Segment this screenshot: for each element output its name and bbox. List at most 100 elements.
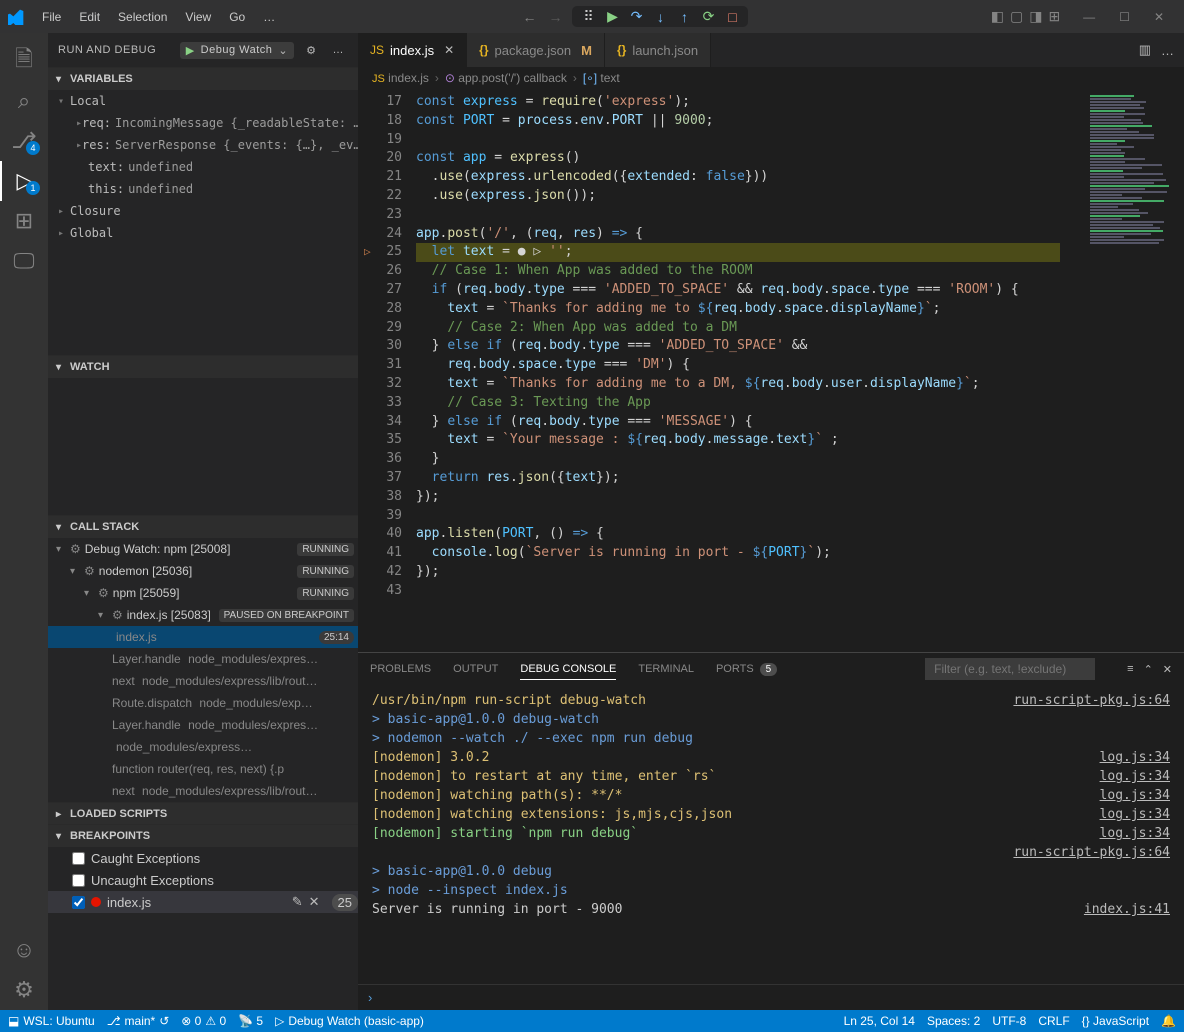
- tab-actions[interactable]: ▥…: [1129, 33, 1184, 67]
- breadcrumb-segment[interactable]: JS index.js: [372, 71, 429, 85]
- bp-actions[interactable]: ✎✕: [292, 894, 320, 910]
- tab-launch.json[interactable]: {}launch.json: [605, 33, 711, 67]
- source-link[interactable]: run-script-pkg.js:64: [1013, 843, 1170, 862]
- panel-tab-problems[interactable]: PROBLEMS: [370, 659, 431, 679]
- panel-tab-terminal[interactable]: TERMINAL: [638, 659, 694, 679]
- source-link[interactable]: run-script-pkg.js:64: [1013, 691, 1170, 710]
- bp-caught[interactable]: Caught Exceptions: [48, 847, 358, 869]
- debug-btn-2[interactable]: ↷: [626, 8, 646, 25]
- minimap[interactable]: [1084, 89, 1184, 652]
- eol[interactable]: CRLF: [1038, 1014, 1069, 1028]
- code-area[interactable]: 1718192021222324▷25262728293031323334353…: [358, 89, 1184, 652]
- layout-icons[interactable]: ◧▢◨⊞: [988, 8, 1063, 25]
- panel-tab-output[interactable]: OUTPUT: [453, 659, 498, 679]
- debug-console-output[interactable]: /usr/bin/npm run-script debug-watchrun-s…: [358, 685, 1184, 984]
- activity-accounts[interactable]: ☺: [0, 930, 48, 970]
- problems-indicator[interactable]: ⊗ 0 ⚠ 0: [181, 1014, 226, 1028]
- source-link[interactable]: index.js:41: [1084, 900, 1170, 919]
- debug-btn-3[interactable]: ↓: [650, 9, 670, 25]
- debug-btn-6[interactable]: □: [722, 9, 742, 25]
- nav-arrows[interactable]: ←→: [522, 9, 562, 25]
- debug-launch-select[interactable]: ▶ Debug Watch ⌄: [180, 42, 294, 59]
- callstack-row[interactable]: Route.dispatch node_modules/exp…: [48, 692, 358, 714]
- activity-scm[interactable]: ⎇4: [0, 121, 48, 161]
- callstack-row[interactable]: function router(req, res, next) {.p: [48, 758, 358, 780]
- callstack-row[interactable]: ▾⚙index.js [25083]PAUSED ON BREAKPOINT: [48, 604, 358, 626]
- section-header-callstack[interactable]: ▾CALL STACK: [48, 516, 358, 538]
- debug-btn-4[interactable]: ↑: [674, 9, 694, 25]
- panel-actions[interactable]: ≡⌃✕: [1127, 663, 1172, 676]
- menu-edit[interactable]: Edit: [71, 6, 108, 28]
- debug-status[interactable]: ▷ Debug Watch (basic-app): [275, 1014, 424, 1028]
- callstack-tree[interactable]: ▾⚙Debug Watch: npm [25008]RUNNING▾⚙nodem…: [48, 538, 358, 802]
- source-link[interactable]: log.js:34: [1100, 786, 1170, 805]
- activity-remote[interactable]: 🖵: [0, 241, 48, 281]
- panel-tab-debug-console[interactable]: DEBUG CONSOLE: [520, 659, 616, 680]
- debug-btn-1[interactable]: ▶: [602, 8, 622, 25]
- debug-console-input[interactable]: ›: [358, 984, 1184, 1010]
- source-link[interactable]: log.js:34: [1100, 767, 1170, 786]
- callstack-row[interactable]: next node_modules/express/lib/rout…: [48, 780, 358, 802]
- callstack-row[interactable]: Layer.handle node_modules/expres…: [48, 714, 358, 736]
- scope-global[interactable]: ▸Global: [48, 222, 358, 244]
- callstack-row[interactable]: Layer.handle node_modules/expres…: [48, 648, 358, 670]
- var-row[interactable]: this:undefined: [48, 178, 358, 200]
- section-header-breakpoints[interactable]: ▾BREAKPOINTS: [48, 825, 358, 847]
- debug-btn-5[interactable]: ⟳: [698, 8, 718, 25]
- callstack-row[interactable]: node_modules/express…: [48, 736, 358, 758]
- callstack-row[interactable]: ▾⚙Debug Watch: npm [25008]RUNNING: [48, 538, 358, 560]
- ports-indicator[interactable]: 📡 5: [238, 1014, 263, 1028]
- more-icon[interactable]: …: [329, 44, 349, 56]
- menu-selection[interactable]: Selection: [110, 6, 175, 28]
- branch-indicator[interactable]: ⎇ main* ↺: [107, 1014, 170, 1028]
- bp-file[interactable]: index.js ✎✕ 25: [48, 891, 358, 913]
- callstack-row[interactable]: next node_modules/express/lib/rout…: [48, 670, 358, 692]
- tab-index.js[interactable]: JSindex.js✕: [358, 33, 467, 67]
- variables-tree[interactable]: ▾Local▸req:IncomingMessage {_readableSta…: [48, 90, 358, 355]
- scope-closure[interactable]: ▸Closure: [48, 200, 358, 222]
- console-line: > nodemon --watch ./ --exec npm run debu…: [372, 729, 1170, 748]
- source-link[interactable]: log.js:34: [1100, 748, 1170, 767]
- source-link[interactable]: log.js:34: [1100, 805, 1170, 824]
- language[interactable]: {} JavaScript: [1082, 1014, 1149, 1028]
- bp-uncaught[interactable]: Uncaught Exceptions: [48, 869, 358, 891]
- var-row[interactable]: ▸res:ServerResponse {_events: {…}, _ev…: [48, 134, 358, 156]
- debug-btn-0[interactable]: ⠿: [578, 8, 598, 25]
- indent[interactable]: Spaces: 2: [927, 1014, 980, 1028]
- panel-tab-ports[interactable]: PORTS: [716, 659, 754, 679]
- gear-icon[interactable]: ⚙: [302, 44, 320, 57]
- activity-debug[interactable]: ▷1: [0, 161, 48, 201]
- cursor-position[interactable]: Ln 25, Col 14: [844, 1014, 915, 1028]
- var-row[interactable]: text:undefined: [48, 156, 358, 178]
- breadcrumb-segment[interactable]: [∘] text: [583, 71, 620, 85]
- menu-go[interactable]: Go: [221, 6, 253, 28]
- section-header-variables[interactable]: ▾VARIABLES: [48, 68, 358, 90]
- section-header-watch[interactable]: ▾WATCH: [48, 356, 358, 378]
- breadcrumb-segment[interactable]: ⊙ app.post('/') callback: [445, 71, 567, 85]
- scope-local[interactable]: ▾Local: [48, 90, 358, 112]
- activity-search[interactable]: ⌕: [0, 81, 48, 121]
- tab-package.json[interactable]: {}package.jsonM: [467, 33, 605, 67]
- gutter[interactable]: 1718192021222324▷25262728293031323334353…: [358, 89, 416, 652]
- menu-view[interactable]: View: [177, 6, 219, 28]
- filter-input[interactable]: [925, 658, 1095, 680]
- callstack-row[interactable]: index.js25:14: [48, 626, 358, 648]
- callstack-row[interactable]: ▾⚙nodemon [25036]RUNNING: [48, 560, 358, 582]
- window-controls[interactable]: —☐✕: [1071, 10, 1176, 24]
- breadcrumb[interactable]: JS index.js›⊙ app.post('/') callback›[∘]…: [358, 67, 1184, 89]
- remote-indicator[interactable]: ⬓ WSL: Ubuntu: [8, 1014, 95, 1028]
- code[interactable]: const express = require('express');const…: [416, 89, 1084, 652]
- menu-bar: FileEditSelectionViewGo…: [34, 6, 283, 28]
- menu-…[interactable]: …: [255, 6, 283, 28]
- encoding[interactable]: UTF-8: [992, 1014, 1026, 1028]
- activity-explorer[interactable]: 🗎: [0, 41, 48, 81]
- bell-icon[interactable]: 🔔: [1161, 1014, 1176, 1028]
- var-row[interactable]: ▸req:IncomingMessage {_readableState: …: [48, 112, 358, 134]
- close-icon[interactable]: ✕: [444, 43, 454, 57]
- callstack-row[interactable]: ▾⚙npm [25059]RUNNING: [48, 582, 358, 604]
- source-link[interactable]: log.js:34: [1100, 824, 1170, 843]
- menu-file[interactable]: File: [34, 6, 69, 28]
- activity-extensions[interactable]: ⊞: [0, 201, 48, 241]
- activity-settings[interactable]: ⚙: [0, 970, 48, 1010]
- section-header-loaded[interactable]: ▸LOADED SCRIPTS: [48, 803, 358, 825]
